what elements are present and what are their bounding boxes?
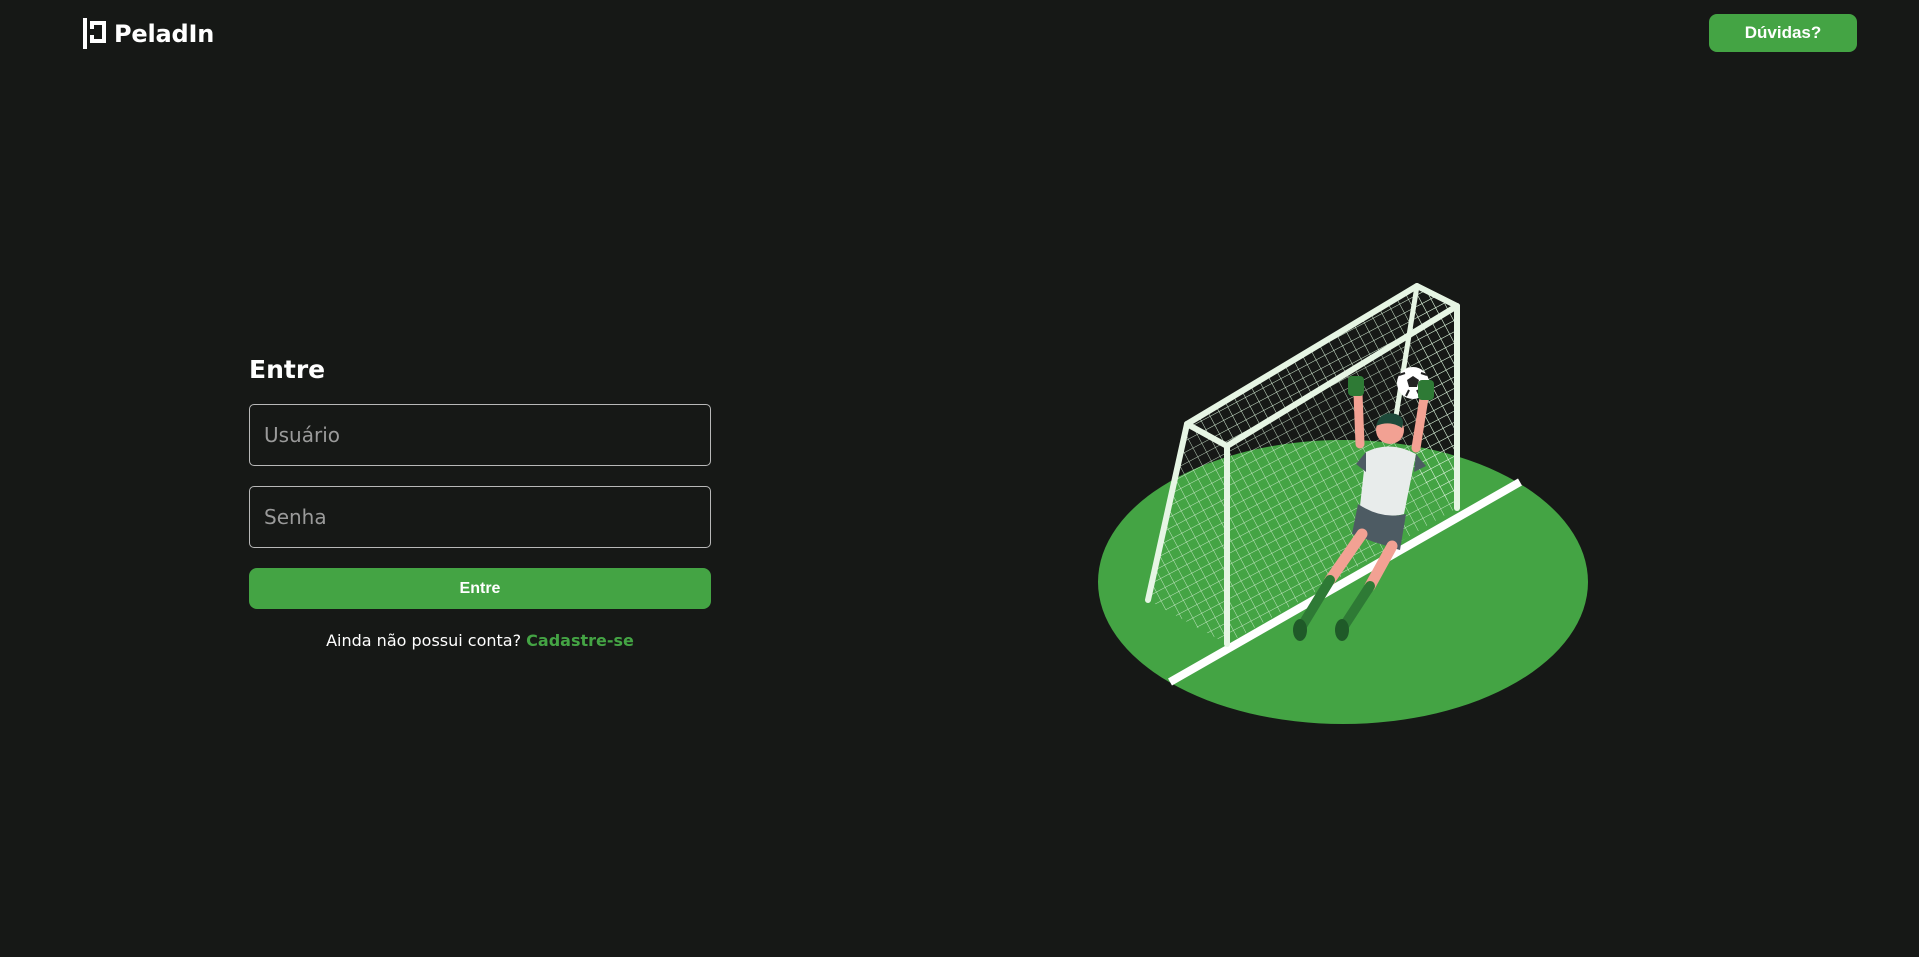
goalkeeper-illustration-icon [1098, 283, 1588, 724]
brand[interactable]: PeladIn [83, 18, 214, 49]
password-input[interactable] [249, 486, 711, 548]
signup-row: Ainda não possui conta? Cadastre-se [249, 631, 711, 650]
login-title: Entre [249, 355, 326, 384]
help-button[interactable]: Dúvidas? [1709, 14, 1857, 52]
signup-prompt: Ainda não possui conta? [326, 631, 522, 650]
username-input[interactable] [249, 404, 711, 466]
brand-logo-icon [83, 18, 106, 49]
login-form: Entre Entre Ainda não possui conta? Cada… [249, 352, 711, 650]
brand-name: PeladIn [114, 19, 215, 48]
login-page: PeladIn Dúvidas? Entre Entre Ainda não p… [0, 0, 1919, 957]
signup-link[interactable]: Cadastre-se [526, 631, 634, 650]
login-submit-button[interactable]: Entre [249, 568, 711, 609]
